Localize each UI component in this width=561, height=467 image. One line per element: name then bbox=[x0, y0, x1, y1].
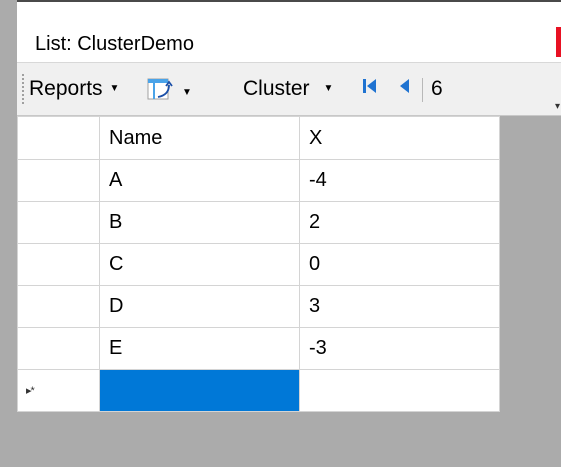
previous-record-icon bbox=[397, 75, 413, 105]
row-header[interactable] bbox=[17, 243, 100, 286]
reports-dropdown[interactable]: Reports ▼ bbox=[29, 75, 119, 103]
row-header[interactable] bbox=[17, 159, 100, 202]
table-row[interactable]: B 2 bbox=[17, 201, 500, 244]
data-grid: Name X A -4 B 2 C 0 D 3 E -3 ▸* bbox=[17, 116, 500, 412]
cluster-dropdown[interactable]: Cluster ▼ bbox=[243, 75, 333, 103]
column-header-name[interactable]: Name bbox=[99, 116, 300, 160]
cell-name[interactable]: D bbox=[99, 285, 300, 328]
cell-name[interactable]: A bbox=[99, 159, 300, 202]
reports-label: Reports bbox=[29, 77, 103, 100]
cell-name[interactable]: E bbox=[99, 327, 300, 370]
title-bar: List: ClusterDemo × bbox=[17, 2, 561, 62]
cell-x[interactable]: 0 bbox=[299, 243, 500, 286]
toolbar: Reports ▼ ▼ Cluster ▼ 6 ▾ bbox=[17, 62, 561, 116]
table-row[interactable]: E -3 bbox=[17, 327, 500, 370]
toolbar-overflow-icon[interactable]: ▾ bbox=[555, 101, 560, 112]
grid-header-row: Name X bbox=[17, 116, 500, 160]
record-position-input[interactable]: 6 bbox=[431, 75, 443, 103]
chevron-down-icon: ▼ bbox=[182, 87, 192, 98]
first-record-icon bbox=[360, 75, 380, 105]
cell-name[interactable]: C bbox=[99, 243, 300, 286]
data-grid-area: Name X A -4 B 2 C 0 D 3 E -3 ▸* bbox=[17, 116, 561, 467]
table-row[interactable]: C 0 bbox=[17, 243, 500, 286]
row-header[interactable] bbox=[17, 201, 100, 244]
transform-dropdown[interactable]: ▼ bbox=[145, 75, 192, 111]
toolbar-grip[interactable] bbox=[21, 73, 25, 105]
row-header[interactable] bbox=[17, 327, 100, 370]
column-header-x[interactable]: X bbox=[299, 116, 500, 160]
first-record-button[interactable] bbox=[360, 75, 380, 105]
toolbar-separator bbox=[422, 78, 423, 102]
transform-icon bbox=[145, 75, 175, 111]
new-row-name-cell[interactable] bbox=[99, 369, 300, 412]
cell-x[interactable]: 3 bbox=[299, 285, 500, 328]
cell-x[interactable]: 2 bbox=[299, 201, 500, 244]
new-row-x-cell[interactable] bbox=[299, 369, 500, 412]
row-header[interactable] bbox=[17, 285, 100, 328]
cell-name[interactable]: B bbox=[99, 201, 300, 244]
cell-x[interactable]: -4 bbox=[299, 159, 500, 202]
chevron-down-icon: ▼ bbox=[323, 83, 334, 94]
table-row[interactable]: D 3 bbox=[17, 285, 500, 328]
new-row-indicator-icon: ▸* bbox=[17, 369, 100, 412]
new-row[interactable]: ▸* bbox=[17, 369, 500, 412]
close-button[interactable]: × bbox=[556, 27, 561, 57]
previous-record-button[interactable] bbox=[397, 75, 413, 105]
table-row[interactable]: A -4 bbox=[17, 159, 500, 202]
window-title: List: ClusterDemo bbox=[35, 33, 194, 55]
corner-header-cell[interactable] bbox=[17, 116, 100, 160]
record-position-value: 6 bbox=[431, 77, 443, 100]
chevron-down-icon: ▼ bbox=[109, 83, 120, 94]
cell-x[interactable]: -3 bbox=[299, 327, 500, 370]
cluster-label: Cluster bbox=[243, 77, 310, 100]
